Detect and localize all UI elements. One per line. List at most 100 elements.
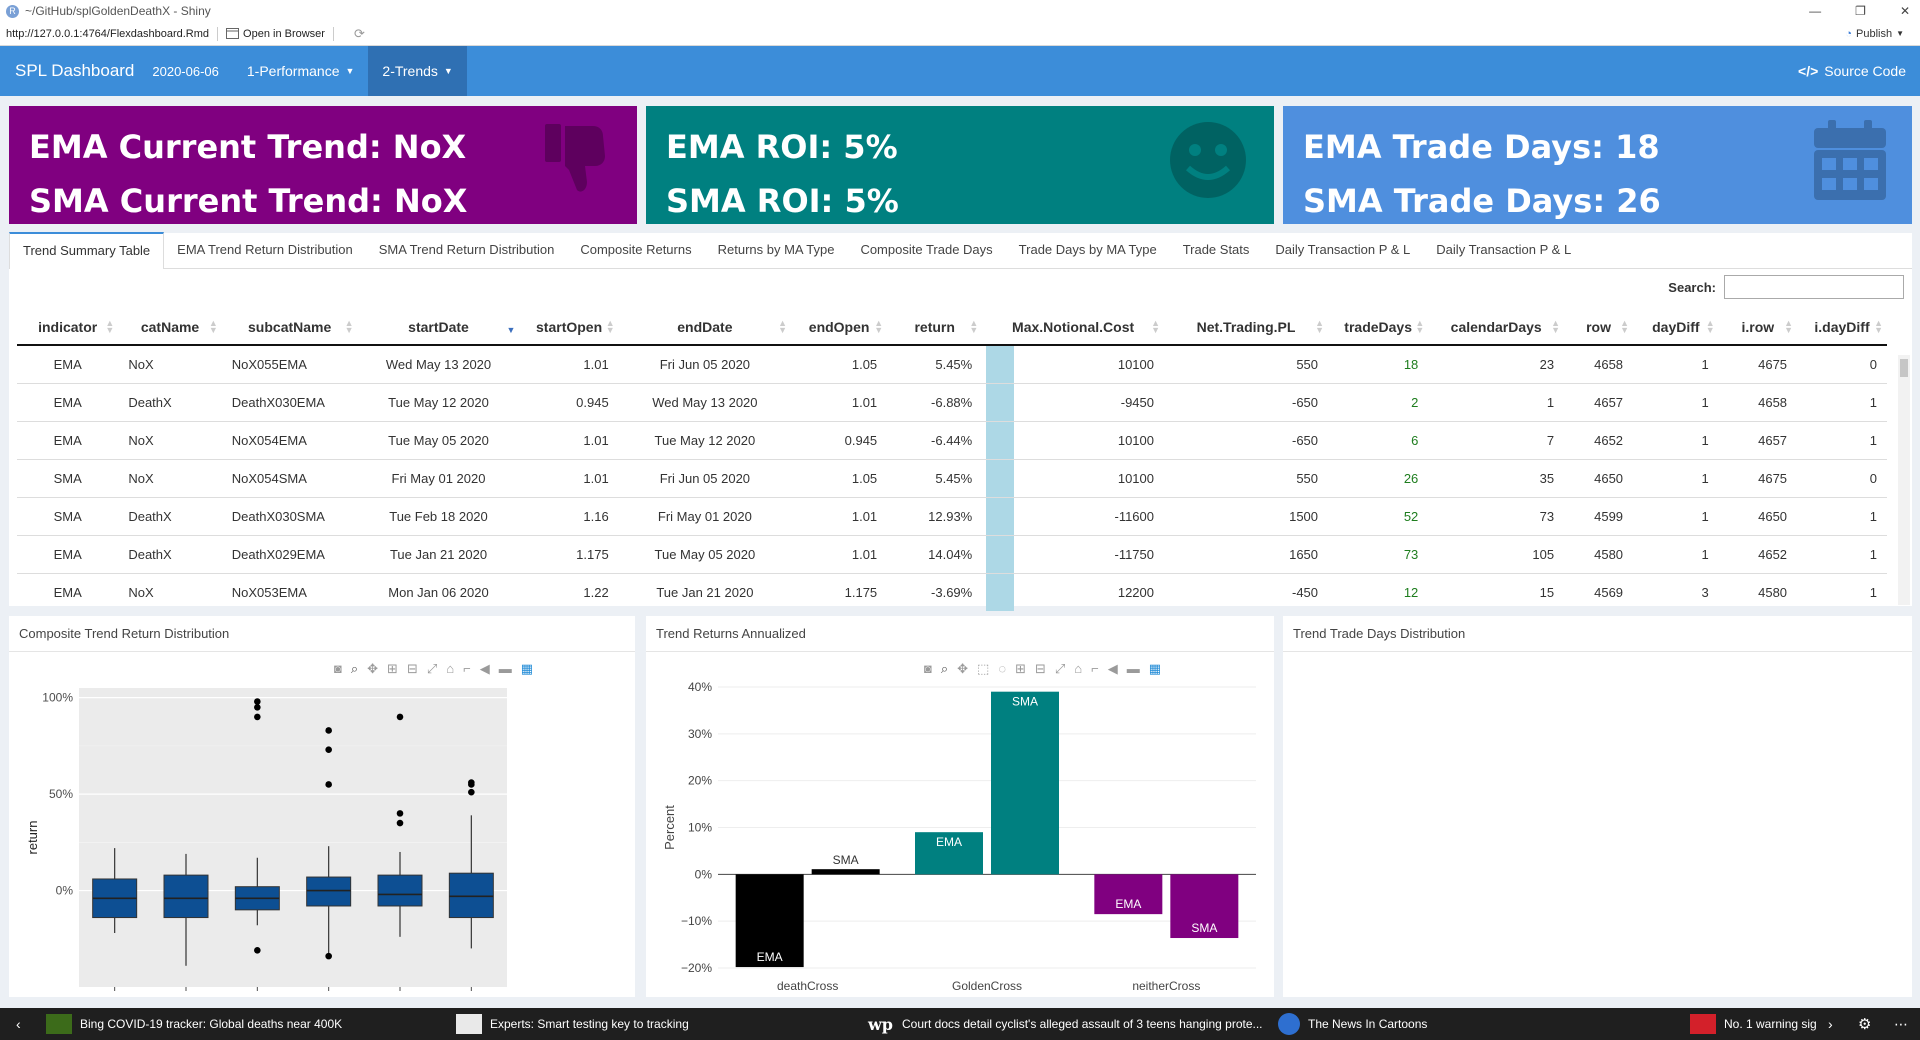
sort-icon[interactable]: ▲ ▼ xyxy=(1706,319,1715,335)
outlier-point xyxy=(468,781,475,788)
column-header[interactable]: dayDiff ▲ ▼ xyxy=(1633,309,1719,346)
plot-panel xyxy=(79,688,507,987)
close-button[interactable]: ✕ xyxy=(1900,0,1910,22)
table-cell-endopen: 1.05 xyxy=(791,458,888,497)
source-code-link[interactable]: </> Source Code xyxy=(1798,63,1906,79)
column-header[interactable]: endOpen ▲ ▼ xyxy=(791,309,888,346)
bar-label: SMA xyxy=(1191,921,1217,935)
outlier-point xyxy=(325,952,332,960)
news-item[interactable]: Bing COVID-19 tracker: Global deaths nea… xyxy=(46,1014,342,1034)
refresh-icon[interactable]: ⟳ xyxy=(354,26,365,42)
sort-icon[interactable]: ▲ ▼ xyxy=(969,319,978,335)
sort-icon[interactable]: ▲ ▼ xyxy=(1874,319,1883,335)
column-header[interactable]: tradeDays ▲ ▼ xyxy=(1328,309,1429,346)
table-cell-i-row: 4675 xyxy=(1718,344,1798,383)
news-item[interactable]: wp Court docs detail cyclist's alleged a… xyxy=(868,1015,1263,1034)
tab-daily-transaction-pl-2[interactable]: Daily Transaction P & L xyxy=(1423,232,1584,268)
table-row[interactable]: EMA DeathX DeathX029EMA Tue Jan 21 2020 1.17… xyxy=(17,534,1887,573)
sort-icon[interactable]: ▲ ▼ xyxy=(1551,319,1560,335)
column-header[interactable]: startOpen ▲ ▼ xyxy=(519,309,619,346)
publish-label: Publish xyxy=(1856,27,1893,40)
sort-icon[interactable]: ▲ ▼ xyxy=(105,319,114,335)
table-row[interactable]: SMA NoX NoX054SMA Fri May 01 2020 1.01 Fri Ju… xyxy=(17,458,1887,497)
table-row[interactable]: EMA DeathX DeathX030EMA Tue May 12 2020 0.94… xyxy=(17,382,1887,421)
dashboard-title[interactable]: SPL Dashboard xyxy=(0,61,134,81)
sort-icon[interactable]: ▲ ▼ xyxy=(606,319,615,335)
nav-menu-trends[interactable]: 2-Trends ▼ xyxy=(368,46,467,96)
column-header[interactable]: endDate ▲ ▼ xyxy=(618,309,792,346)
table-cell-i-row: 4650 xyxy=(1718,496,1798,535)
column-header-label: catName xyxy=(140,318,200,335)
gear-icon[interactable]: ⚙ xyxy=(1858,1015,1871,1033)
sort-icon[interactable]: ▲ ▼ xyxy=(1620,319,1629,335)
tab-composite-returns[interactable]: Composite Returns xyxy=(567,232,704,268)
sort-descending-icon[interactable]: ▼ xyxy=(507,320,516,335)
search-input[interactable] xyxy=(1724,275,1904,299)
column-header[interactable]: Net.Trading.PL ▲ ▼ xyxy=(1164,309,1329,346)
tab-trade-days-by-ma-type[interactable]: Trade Days by MA Type xyxy=(1006,232,1170,268)
open-in-browser-button[interactable]: Open in Browser xyxy=(226,28,325,40)
column-header[interactable]: subcatName ▲ ▼ xyxy=(221,309,358,346)
tab-trade-stats[interactable]: Trade Stats xyxy=(1170,232,1263,268)
column-header[interactable]: i.row ▲ ▼ xyxy=(1718,309,1798,346)
more-icon[interactable]: ⋯ xyxy=(1894,1016,1908,1033)
table-row[interactable]: EMA NoX NoX053EMA Mon Jan 06 2020 1.22 Tue Ja… xyxy=(17,572,1887,611)
column-header[interactable]: startDate ▼ xyxy=(357,309,520,346)
table-row[interactable]: EMA NoX NoX055EMA Wed May 13 2020 1.01 Fri Ju… xyxy=(17,344,1887,383)
tab-daily-transaction-pl[interactable]: Daily Transaction P & L xyxy=(1262,232,1423,268)
column-header-label: endOpen xyxy=(808,318,870,335)
table-cell-tradedays: 18 xyxy=(1328,344,1429,383)
news-item[interactable]: The News In Cartoons xyxy=(1278,1013,1427,1035)
sort-icon[interactable]: ▲ ▼ xyxy=(345,319,354,335)
return-value: 14.04% xyxy=(928,546,973,562)
sort-icon[interactable]: ▲ ▼ xyxy=(209,319,218,335)
news-item[interactable]: Experts: Smart testing key to tracking xyxy=(456,1014,689,1034)
scrollbar-thumb[interactable] xyxy=(1900,359,1908,377)
column-header[interactable]: catName ▲ ▼ xyxy=(118,309,222,346)
table-cell-calendardays: 7 xyxy=(1428,420,1565,459)
card-title: Composite Trend Return Distribution xyxy=(9,616,635,652)
publish-button[interactable]: ◔ Publish ▼ xyxy=(1845,28,1904,40)
column-header[interactable]: row ▲ ▼ xyxy=(1564,309,1634,346)
tab-composite-trade-days[interactable]: Composite Trade Days xyxy=(847,232,1005,268)
outlier-point xyxy=(396,713,404,721)
table-cell-startopen: 1.01 xyxy=(519,344,619,383)
maximize-button[interactable]: ❐ xyxy=(1855,0,1866,22)
chevron-right-icon[interactable]: › xyxy=(1828,1016,1833,1032)
chevron-left-icon[interactable]: ‹ xyxy=(16,1016,21,1032)
bar-label: EMA xyxy=(936,835,962,849)
sort-icon[interactable]: ▲ ▼ xyxy=(778,319,787,335)
table-row[interactable]: EMA NoX NoX054EMA Tue May 05 2020 1.01 Tue Ma… xyxy=(17,420,1887,459)
tab-returns-by-ma-type[interactable]: Returns by MA Type xyxy=(705,232,848,268)
table-cell-subcatname: DeathX029EMA xyxy=(221,534,358,573)
outlier-point xyxy=(325,727,332,734)
table-cell-tradedays: 2 xyxy=(1328,382,1429,421)
column-header[interactable]: indicator ▲ ▼ xyxy=(17,309,119,346)
table-scrollbar[interactable] xyxy=(1898,355,1910,605)
news-item[interactable]: No. 1 warning sig xyxy=(1690,1014,1817,1034)
tab-ema-trend-return-distribution[interactable]: EMA Trend Return Distribution xyxy=(164,232,366,268)
sort-icon[interactable]: ▲ ▼ xyxy=(1784,319,1793,335)
sort-icon[interactable]: ▲ ▼ xyxy=(874,319,883,335)
table-row[interactable]: SMA DeathX DeathX030SMA Tue Feb 18 2020 1.16… xyxy=(17,496,1887,535)
bar-label: EMA xyxy=(1115,897,1141,911)
dashboard-date: 2020-06-06 xyxy=(152,63,219,79)
table-cell-daydiff: 1 xyxy=(1633,496,1719,535)
tab-sma-trend-return-distribution[interactable]: SMA Trend Return Distribution xyxy=(366,232,568,268)
window-titlebar: R ~/GitHub/splGoldenDeathX - Shiny — ❐ ✕ xyxy=(0,0,1920,22)
url-text[interactable]: http://127.0.0.1:4764/Flexdashboard.Rmd xyxy=(6,28,209,40)
column-header[interactable]: i.dayDiff ▲ ▼ xyxy=(1797,309,1887,346)
minimize-button[interactable]: — xyxy=(1809,0,1821,22)
valuebox-current-trend: EMA Current Trend: NoX SMA Current Trend… xyxy=(9,106,637,224)
return-databar xyxy=(986,383,1015,421)
table-cell-indicator: SMA xyxy=(17,496,119,535)
nav-menu-performance[interactable]: 1-Performance ▼ xyxy=(233,46,369,96)
sort-icon[interactable]: ▲ ▼ xyxy=(1151,319,1160,335)
column-header[interactable]: Max.Notional.Cost ▲ ▼ xyxy=(982,309,1164,346)
tab-trend-summary-table[interactable]: Trend Summary Table xyxy=(9,232,165,269)
sort-icon[interactable]: ▲ ▼ xyxy=(1315,319,1324,335)
column-header[interactable]: calendarDays ▲ ▼ xyxy=(1428,309,1565,346)
column-header[interactable]: return ▲ ▼ xyxy=(887,309,983,346)
table-cell-startopen: 0.945 xyxy=(519,382,619,421)
sort-icon[interactable]: ▲ ▼ xyxy=(1415,319,1424,335)
